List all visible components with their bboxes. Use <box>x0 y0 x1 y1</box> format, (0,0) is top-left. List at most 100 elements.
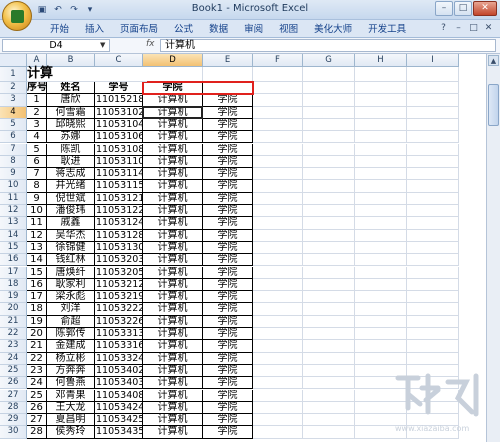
data-cell[interactable]: 11053106 <box>95 131 143 144</box>
data-cell[interactable]: 11053115 <box>95 180 143 193</box>
empty-cell[interactable] <box>355 180 407 193</box>
row-header[interactable]: 10 <box>0 180 27 193</box>
data-cell[interactable]: 2 <box>27 106 47 119</box>
row-header[interactable]: 30 <box>0 426 27 439</box>
row-header[interactable]: 22 <box>0 328 27 341</box>
ribbon-tab[interactable]: 视图 <box>271 23 306 36</box>
data-cell[interactable]: 计算机 <box>143 94 203 107</box>
data-cell[interactable]: 杨立彬 <box>47 352 95 365</box>
maximize-button[interactable]: □ <box>454 1 472 16</box>
data-cell[interactable]: 11053435 <box>95 426 143 439</box>
data-cell[interactable]: 方奔奔 <box>47 364 95 378</box>
data-cell[interactable]: 何雪霜 <box>47 106 95 119</box>
empty-cell[interactable] <box>303 426 355 439</box>
empty-cell[interactable] <box>407 67 459 82</box>
data-cell[interactable]: 11053324 <box>95 352 143 365</box>
ribbon-tab[interactable]: 页面布局 <box>112 23 166 36</box>
row-header[interactable]: 26 <box>0 377 27 390</box>
scroll-up-icon[interactable]: ▲ <box>488 55 499 66</box>
data-cell[interactable]: 11053402 <box>95 364 143 378</box>
empty-cell[interactable] <box>253 241 303 255</box>
empty-cell[interactable] <box>253 229 303 242</box>
data-cell[interactable]: 26 <box>27 401 47 415</box>
empty-cell[interactable] <box>303 180 355 193</box>
data-cell[interactable]: 夏昌明 <box>47 414 95 427</box>
empty-cell[interactable] <box>407 131 459 144</box>
data-cell[interactable]: 学院 <box>203 414 253 427</box>
select-all-corner[interactable] <box>0 54 27 67</box>
data-cell[interactable]: 学院 <box>203 291 253 304</box>
empty-cell[interactable] <box>253 192 303 205</box>
empty-cell[interactable] <box>303 143 355 156</box>
data-cell[interactable]: 27 <box>27 414 47 427</box>
data-cell[interactable]: 24 <box>27 377 47 390</box>
data-cell[interactable]: 学院 <box>203 328 253 341</box>
data-cell[interactable]: 11053114 <box>95 168 143 181</box>
empty-cell[interactable] <box>355 254 407 267</box>
data-cell[interactable]: 学院 <box>203 254 253 267</box>
data-cell[interactable]: 戚鑫 <box>47 217 95 230</box>
empty-cell[interactable] <box>407 168 459 181</box>
data-cell[interactable]: 11053124 <box>95 217 143 230</box>
data-cell[interactable]: 学院 <box>203 303 253 316</box>
empty-cell[interactable] <box>407 229 459 242</box>
empty-cell[interactable] <box>303 131 355 144</box>
empty-cell[interactable] <box>407 192 459 205</box>
data-cell[interactable]: 计算机 <box>143 217 203 230</box>
row-header[interactable]: 15 <box>0 241 27 255</box>
empty-cell[interactable] <box>355 217 407 230</box>
empty-cell[interactable] <box>303 364 355 378</box>
empty-cell[interactable] <box>303 205 355 218</box>
empty-cell[interactable] <box>303 352 355 365</box>
data-cell[interactable]: 学院 <box>203 377 253 390</box>
empty-cell[interactable] <box>253 266 303 279</box>
empty-cell[interactable] <box>355 118 407 132</box>
empty-cell[interactable] <box>407 155 459 169</box>
empty-cell[interactable] <box>253 168 303 181</box>
empty-cell[interactable] <box>355 82 407 95</box>
data-cell[interactable]: 17 <box>27 291 47 304</box>
data-cell[interactable]: 学院 <box>203 352 253 365</box>
name-box[interactable]: D4 <box>2 39 110 52</box>
ribbon-tab[interactable]: 插入 <box>77 23 112 36</box>
row-header[interactable]: 3 <box>0 94 27 107</box>
data-cell[interactable]: 学院 <box>203 401 253 415</box>
empty-cell[interactable] <box>303 389 355 402</box>
empty-cell[interactable] <box>303 82 355 95</box>
empty-cell[interactable] <box>355 241 407 255</box>
data-cell[interactable]: 11015218 <box>95 94 143 107</box>
data-cell[interactable]: 1 <box>27 94 47 107</box>
data-cell[interactable]: 5 <box>27 143 47 156</box>
empty-cell[interactable] <box>253 352 303 365</box>
data-cell[interactable]: 18 <box>27 303 47 316</box>
empty-cell[interactable] <box>355 266 407 279</box>
close-button[interactable]: ✕ <box>473 1 497 16</box>
empty-cell[interactable] <box>355 192 407 205</box>
data-cell[interactable]: 学院 <box>203 241 253 255</box>
data-cell[interactable]: 10 <box>27 205 47 218</box>
empty-cell[interactable] <box>355 352 407 365</box>
data-cell[interactable]: 计算机 <box>143 389 203 402</box>
row-header[interactable]: 21 <box>0 315 27 328</box>
data-cell[interactable]: 11053203 <box>95 254 143 267</box>
data-cell[interactable]: 计算机 <box>143 328 203 341</box>
empty-cell[interactable] <box>355 143 407 156</box>
data-cell[interactable]: 11053122 <box>95 205 143 218</box>
data-cell[interactable]: 计算机 <box>143 254 203 267</box>
empty-cell[interactable] <box>355 328 407 341</box>
data-cell[interactable]: 11053212 <box>95 278 143 292</box>
empty-cell[interactable] <box>253 94 303 107</box>
name-box-dropdown-icon[interactable]: ▼ <box>100 41 105 49</box>
data-cell[interactable]: 学院 <box>203 94 253 107</box>
data-cell[interactable]: 耿进 <box>47 155 95 169</box>
data-cell[interactable]: 梁永彪 <box>47 291 95 304</box>
data-cell[interactable]: 11053222 <box>95 303 143 316</box>
data-cell[interactable]: 陈凯 <box>47 143 95 156</box>
empty-cell[interactable] <box>143 67 203 82</box>
empty-cell[interactable] <box>253 143 303 156</box>
row-header[interactable]: 2 <box>0 82 27 95</box>
empty-cell[interactable] <box>303 377 355 390</box>
data-cell[interactable]: 学院 <box>203 389 253 402</box>
data-cell[interactable]: 学院 <box>203 340 253 353</box>
row-header[interactable]: 16 <box>0 254 27 267</box>
